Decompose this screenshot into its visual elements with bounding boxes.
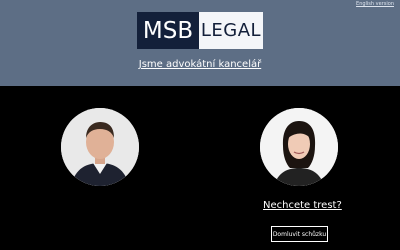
logo-legal: LEGAL	[199, 12, 263, 49]
tagline-link[interactable]: Jsme advokátní kancelář	[0, 59, 400, 70]
english-version-link[interactable]: English version	[356, 1, 394, 7]
site-logo[interactable]: MSB LEGAL	[137, 12, 263, 49]
logo-msb: MSB	[137, 12, 199, 49]
main-section: Nechcete trest? Domluvit schůzku	[0, 86, 400, 250]
site-header: English version MSB LEGAL Jsme advokátní…	[0, 0, 400, 86]
question-link[interactable]: Nechcete trest?	[263, 200, 342, 211]
lawyer-male-avatar	[61, 108, 139, 186]
male-portrait-icon	[61, 108, 139, 186]
female-portrait-icon	[260, 108, 338, 186]
lawyer-female-avatar	[260, 108, 338, 186]
schedule-meeting-button[interactable]: Domluvit schůzku	[271, 226, 328, 242]
